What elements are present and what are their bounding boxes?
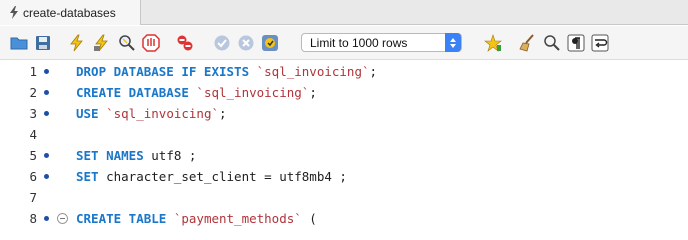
code-text: SET character_set_client = utf8mb4 ; xyxy=(76,169,347,184)
beautify-icon[interactable] xyxy=(519,34,537,52)
stop-icon[interactable] xyxy=(142,34,160,52)
favorite-snippet-icon[interactable] xyxy=(484,34,502,52)
invisible-characters-icon[interactable] xyxy=(567,34,585,52)
code-line: 6 SET character_set_client = utf8mb4 ; xyxy=(0,166,688,187)
explain-icon[interactable] xyxy=(118,34,136,52)
find-icon[interactable] xyxy=(543,34,561,52)
code-text: CREATE TABLE `payment_methods` ( xyxy=(76,211,317,226)
line-number: 4 xyxy=(29,127,37,142)
statement-marker-icon xyxy=(44,174,49,179)
tab-label: create-databases xyxy=(23,5,116,20)
statement-marker-icon xyxy=(44,111,49,116)
sql-editor[interactable]: 1 DROP DATABASE IF EXISTS `sql_invoicing… xyxy=(0,61,688,227)
code-text: CREATE DATABASE `sql_invoicing`; xyxy=(76,85,317,100)
fold-toggle-icon[interactable] xyxy=(57,213,68,224)
code-text: USE `sql_invoicing`; xyxy=(76,106,227,121)
code-line: 2 CREATE DATABASE `sql_invoicing`; xyxy=(0,82,688,103)
line-number: 8 xyxy=(29,211,37,226)
line-number: 1 xyxy=(29,64,37,79)
code-line: 7 xyxy=(0,187,688,208)
code-line: 5 SET NAMES utf8 ; xyxy=(0,145,688,166)
rollback-icon[interactable] xyxy=(237,34,255,52)
tab-bar: create-databases xyxy=(0,0,688,25)
code-line: 4 xyxy=(0,124,688,145)
lightning-icon xyxy=(10,6,18,19)
limit-rows-value: Limit to 1000 rows xyxy=(310,35,408,50)
line-number: 7 xyxy=(29,190,37,205)
statement-marker-icon xyxy=(44,90,49,95)
autocommit-icon[interactable] xyxy=(261,34,279,52)
code-text: SET NAMES utf8 ; xyxy=(76,148,197,163)
line-number: 2 xyxy=(29,85,37,100)
line-number: 3 xyxy=(29,106,37,121)
code-line: 1 DROP DATABASE IF EXISTS `sql_invoicing… xyxy=(0,61,688,82)
open-folder-icon[interactable] xyxy=(10,34,28,52)
execute-icon[interactable] xyxy=(68,34,86,52)
statement-marker-icon xyxy=(44,153,49,158)
line-number: 6 xyxy=(29,169,37,184)
tab-create-databases[interactable]: create-databases xyxy=(0,0,141,25)
execute-current-icon[interactable] xyxy=(93,34,111,52)
select-stepper-icon xyxy=(445,33,461,52)
save-icon[interactable] xyxy=(34,34,52,52)
line-number: 5 xyxy=(29,148,37,163)
toggle-continue-on-error-icon[interactable] xyxy=(176,34,194,52)
limit-rows-select[interactable]: Limit to 1000 rows xyxy=(301,33,462,52)
code-line: 3 USE `sql_invoicing`; xyxy=(0,103,688,124)
code-text: DROP DATABASE IF EXISTS `sql_invoicing`; xyxy=(76,64,378,79)
statement-marker-icon xyxy=(44,216,49,221)
commit-icon[interactable] xyxy=(213,34,231,52)
word-wrap-icon[interactable] xyxy=(591,34,609,52)
code-line: 8 CREATE TABLE `payment_methods` ( xyxy=(0,208,688,229)
statement-marker-icon xyxy=(44,69,49,74)
